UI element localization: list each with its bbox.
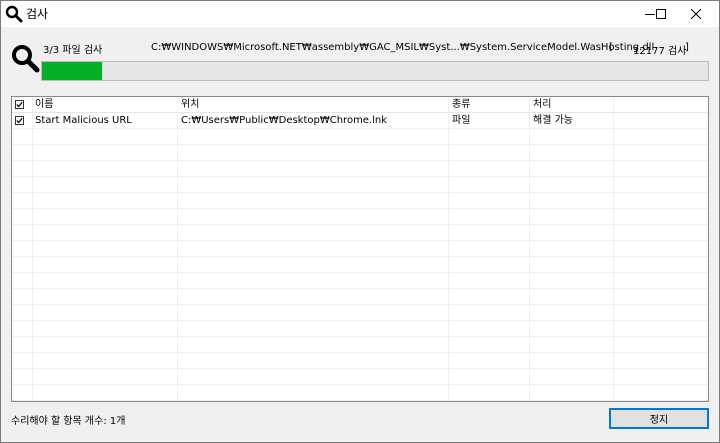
close-button[interactable] (673, 1, 719, 27)
empty-list-row (12, 209, 708, 225)
column-header-name[interactable]: 이름 (32, 97, 177, 113)
empty-list-row (12, 161, 708, 177)
column-header-type[interactable]: 종류 (449, 97, 529, 113)
table-row[interactable]: Start Malicious URL C:₩Users₩Public₩Desk… (12, 113, 708, 129)
empty-list-row (12, 337, 708, 353)
empty-list-row (12, 257, 708, 273)
empty-list-row (12, 353, 708, 369)
count-bracket-right: ] (685, 42, 689, 53)
column-header-location[interactable]: 위치 (178, 97, 448, 113)
empty-list-row (12, 321, 708, 337)
progress-fill (42, 62, 102, 80)
empty-list-row (12, 241, 708, 257)
current-file-path: C:₩WINDOWS₩Microsoft.NET₩assembly₩GAC_MS… (151, 42, 655, 53)
row-checkbox-cell[interactable] (12, 113, 32, 129)
scan-window: 검사 3/3 파일 검사 C:₩WINDOWS₩Microsoft.NET₩as… (0, 0, 720, 443)
empty-list-row (12, 129, 708, 145)
row-checkbox[interactable] (15, 116, 24, 125)
count-bracket-left: [ (609, 42, 613, 53)
items-to-repair-count: 수리해야 할 항목 개수: 1개 (11, 416, 126, 427)
results-list[interactable]: 이름 위치 종류 처리 Start Malicious URL C:₩Users… (11, 96, 709, 402)
empty-list-row (12, 193, 708, 209)
empty-list-row (12, 305, 708, 321)
maximize-icon (656, 9, 666, 19)
window-title: 검사 (26, 7, 49, 21)
file-count-label: 3/3 파일 검사 (43, 45, 103, 56)
title-bar: 검사 (1, 1, 719, 27)
empty-list-row (12, 177, 708, 193)
row-location: C:₩Users₩Public₩Desktop₩Chrome.lnk (181, 115, 388, 126)
row-name: Start Malicious URL (35, 115, 132, 126)
empty-list-row (12, 225, 708, 241)
empty-list-row (12, 385, 708, 401)
row-type: 파일 (452, 115, 471, 126)
list-header: 이름 위치 종류 처리 (12, 97, 708, 113)
empty-list-row (12, 145, 708, 161)
empty-list-row (12, 369, 708, 385)
header-select-all-cell[interactable] (12, 97, 32, 113)
select-all-checkbox[interactable] (15, 100, 24, 109)
empty-list-row (12, 273, 708, 289)
scan-magnifier-icon (10, 43, 40, 73)
column-header-action[interactable]: 처리 (530, 97, 613, 113)
row-action: 해결 가능 (533, 115, 573, 126)
close-icon (691, 9, 701, 19)
magnifier-icon (5, 5, 23, 23)
scanned-count: 12177 검사 (633, 46, 687, 57)
stop-button[interactable]: 정지 (609, 408, 709, 429)
empty-list-row (12, 289, 708, 305)
scan-progress-bar (41, 61, 709, 81)
